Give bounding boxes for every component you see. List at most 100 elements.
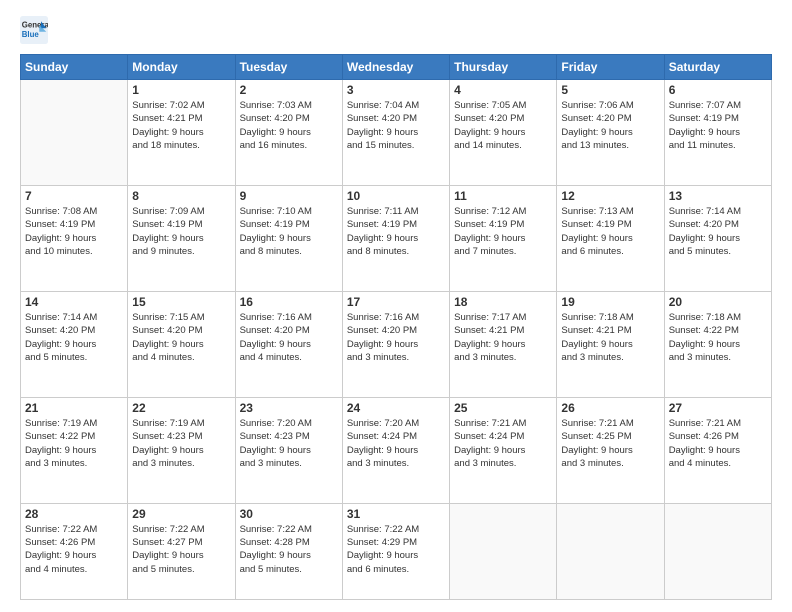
calendar-cell: 12 Sunrise: 7:13 AMSunset: 4:19 PMDayligh… (557, 185, 664, 291)
day-info: Sunrise: 7:19 AMSunset: 4:23 PMDaylight:… (132, 417, 230, 470)
day-info: Sunrise: 7:15 AMSunset: 4:20 PMDaylight:… (132, 311, 230, 364)
calendar-cell: 7 Sunrise: 7:08 AMSunset: 4:19 PMDaylight… (21, 185, 128, 291)
page: General Blue SundayMondayTuesdayWednesda… (0, 0, 792, 612)
day-info: Sunrise: 7:16 AMSunset: 4:20 PMDaylight:… (240, 311, 338, 364)
day-number: 22 (132, 401, 230, 415)
calendar-cell: 29 Sunrise: 7:22 AMSunset: 4:27 PMDayligh… (128, 503, 235, 599)
day-info: Sunrise: 7:20 AMSunset: 4:23 PMDaylight:… (240, 417, 338, 470)
day-number: 24 (347, 401, 445, 415)
day-info: Sunrise: 7:17 AMSunset: 4:21 PMDaylight:… (454, 311, 552, 364)
day-number: 10 (347, 189, 445, 203)
day-info: Sunrise: 7:20 AMSunset: 4:24 PMDaylight:… (347, 417, 445, 470)
calendar-cell: 26 Sunrise: 7:21 AMSunset: 4:25 PMDayligh… (557, 397, 664, 503)
col-header-sunday: Sunday (21, 55, 128, 80)
day-info: Sunrise: 7:11 AMSunset: 4:19 PMDaylight:… (347, 205, 445, 258)
day-number: 16 (240, 295, 338, 309)
day-number: 18 (454, 295, 552, 309)
day-info: Sunrise: 7:14 AMSunset: 4:20 PMDaylight:… (25, 311, 123, 364)
header: General Blue (20, 16, 772, 44)
day-info: Sunrise: 7:10 AMSunset: 4:19 PMDaylight:… (240, 205, 338, 258)
calendar-cell: 24 Sunrise: 7:20 AMSunset: 4:24 PMDayligh… (342, 397, 449, 503)
day-info: Sunrise: 7:16 AMSunset: 4:20 PMDaylight:… (347, 311, 445, 364)
day-number: 27 (669, 401, 767, 415)
day-number: 2 (240, 83, 338, 97)
day-info: Sunrise: 7:19 AMSunset: 4:22 PMDaylight:… (25, 417, 123, 470)
calendar-cell (450, 503, 557, 599)
day-info: Sunrise: 7:03 AMSunset: 4:20 PMDaylight:… (240, 99, 338, 152)
calendar-cell: 1 Sunrise: 7:02 AMSunset: 4:21 PMDaylight… (128, 80, 235, 186)
day-number: 25 (454, 401, 552, 415)
calendar-cell: 11 Sunrise: 7:12 AMSunset: 4:19 PMDayligh… (450, 185, 557, 291)
col-header-friday: Friday (557, 55, 664, 80)
day-number: 19 (561, 295, 659, 309)
col-header-wednesday: Wednesday (342, 55, 449, 80)
day-number: 17 (347, 295, 445, 309)
day-info: Sunrise: 7:08 AMSunset: 4:19 PMDaylight:… (25, 205, 123, 258)
day-info: Sunrise: 7:18 AMSunset: 4:21 PMDaylight:… (561, 311, 659, 364)
calendar-cell: 31Sunrise: 7:22 AMSunset: 4:29 PMDayligh… (342, 503, 449, 599)
day-info: Sunrise: 7:18 AMSunset: 4:22 PMDaylight:… (669, 311, 767, 364)
day-info: Sunrise: 7:04 AMSunset: 4:20 PMDaylight:… (347, 99, 445, 152)
col-header-tuesday: Tuesday (235, 55, 342, 80)
day-number: 12 (561, 189, 659, 203)
day-number: 15 (132, 295, 230, 309)
calendar-cell: 10 Sunrise: 7:11 AMSunset: 4:19 PMDayligh… (342, 185, 449, 291)
day-number: 28 (25, 507, 123, 521)
calendar-cell: 6Sunrise: 7:07 AMSunset: 4:19 PMDaylight… (664, 80, 771, 186)
col-header-saturday: Saturday (664, 55, 771, 80)
day-info: Sunrise: 7:02 AMSunset: 4:21 PMDaylight:… (132, 99, 230, 152)
calendar-cell: 2 Sunrise: 7:03 AMSunset: 4:20 PMDaylight… (235, 80, 342, 186)
calendar-cell: 4Sunrise: 7:05 AMSunset: 4:20 PMDaylight… (450, 80, 557, 186)
calendar-cell: 15 Sunrise: 7:15 AMSunset: 4:20 PMDayligh… (128, 291, 235, 397)
day-number: 11 (454, 189, 552, 203)
day-number: 4 (454, 83, 552, 97)
calendar-cell: 16 Sunrise: 7:16 AMSunset: 4:20 PMDayligh… (235, 291, 342, 397)
day-info: Sunrise: 7:22 AMSunset: 4:27 PMDaylight:… (132, 523, 230, 576)
calendar-cell: 13 Sunrise: 7:14 AMSunset: 4:20 PMDayligh… (664, 185, 771, 291)
day-number: 13 (669, 189, 767, 203)
day-number: 1 (132, 83, 230, 97)
calendar-cell: 20 Sunrise: 7:18 AMSunset: 4:22 PMDayligh… (664, 291, 771, 397)
calendar-cell: 22 Sunrise: 7:19 AMSunset: 4:23 PMDayligh… (128, 397, 235, 503)
day-number: 23 (240, 401, 338, 415)
day-number: 5 (561, 83, 659, 97)
calendar-cell: 28 Sunrise: 7:22 AMSunset: 4:26 PMDayligh… (21, 503, 128, 599)
day-info: Sunrise: 7:13 AMSunset: 4:19 PMDaylight:… (561, 205, 659, 258)
calendar-cell: 27 Sunrise: 7:21 AMSunset: 4:26 PMDayligh… (664, 397, 771, 503)
svg-text:Blue: Blue (22, 30, 40, 39)
calendar-cell: 8Sunrise: 7:09 AMSunset: 4:19 PMDaylight… (128, 185, 235, 291)
logo-icon: General Blue (20, 16, 48, 44)
calendar-cell: 14 Sunrise: 7:14 AMSunset: 4:20 PMDayligh… (21, 291, 128, 397)
day-number: 20 (669, 295, 767, 309)
calendar-cell: 9 Sunrise: 7:10 AMSunset: 4:19 PMDaylight… (235, 185, 342, 291)
day-info: Sunrise: 7:14 AMSunset: 4:20 PMDaylight:… (669, 205, 767, 258)
day-number: 21 (25, 401, 123, 415)
day-number: 8 (132, 189, 230, 203)
day-info: Sunrise: 7:22 AMSunset: 4:28 PMDaylight:… (240, 523, 338, 576)
day-number: 26 (561, 401, 659, 415)
day-info: Sunrise: 7:21 AMSunset: 4:25 PMDaylight:… (561, 417, 659, 470)
day-number: 7 (25, 189, 123, 203)
day-number: 14 (25, 295, 123, 309)
calendar-cell: 30 Sunrise: 7:22 AMSunset: 4:28 PMDayligh… (235, 503, 342, 599)
calendar-cell: 18 Sunrise: 7:17 AMSunset: 4:21 PMDayligh… (450, 291, 557, 397)
calendar-cell (664, 503, 771, 599)
col-header-monday: Monday (128, 55, 235, 80)
calendar-cell: 17 Sunrise: 7:16 AMSunset: 4:20 PMDayligh… (342, 291, 449, 397)
calendar-cell: 19 Sunrise: 7:18 AMSunset: 4:21 PMDayligh… (557, 291, 664, 397)
day-number: 9 (240, 189, 338, 203)
col-header-thursday: Thursday (450, 55, 557, 80)
day-number: 30 (240, 507, 338, 521)
calendar-cell (557, 503, 664, 599)
day-info: Sunrise: 7:12 AMSunset: 4:19 PMDaylight:… (454, 205, 552, 258)
calendar-cell: 3Sunrise: 7:04 AMSunset: 4:20 PMDaylight… (342, 80, 449, 186)
day-number: 29 (132, 507, 230, 521)
day-info: Sunrise: 7:21 AMSunset: 4:24 PMDaylight:… (454, 417, 552, 470)
calendar-cell: 25 Sunrise: 7:21 AMSunset: 4:24 PMDayligh… (450, 397, 557, 503)
calendar-table: SundayMondayTuesdayWednesdayThursdayFrid… (20, 54, 772, 600)
day-info: Sunrise: 7:22 AMSunset: 4:29 PMDaylight:… (347, 523, 445, 576)
day-info: Sunrise: 7:22 AMSunset: 4:26 PMDaylight:… (25, 523, 123, 576)
day-info: Sunrise: 7:21 AMSunset: 4:26 PMDaylight:… (669, 417, 767, 470)
day-info: Sunrise: 7:06 AMSunset: 4:20 PMDaylight:… (561, 99, 659, 152)
calendar-cell (21, 80, 128, 186)
